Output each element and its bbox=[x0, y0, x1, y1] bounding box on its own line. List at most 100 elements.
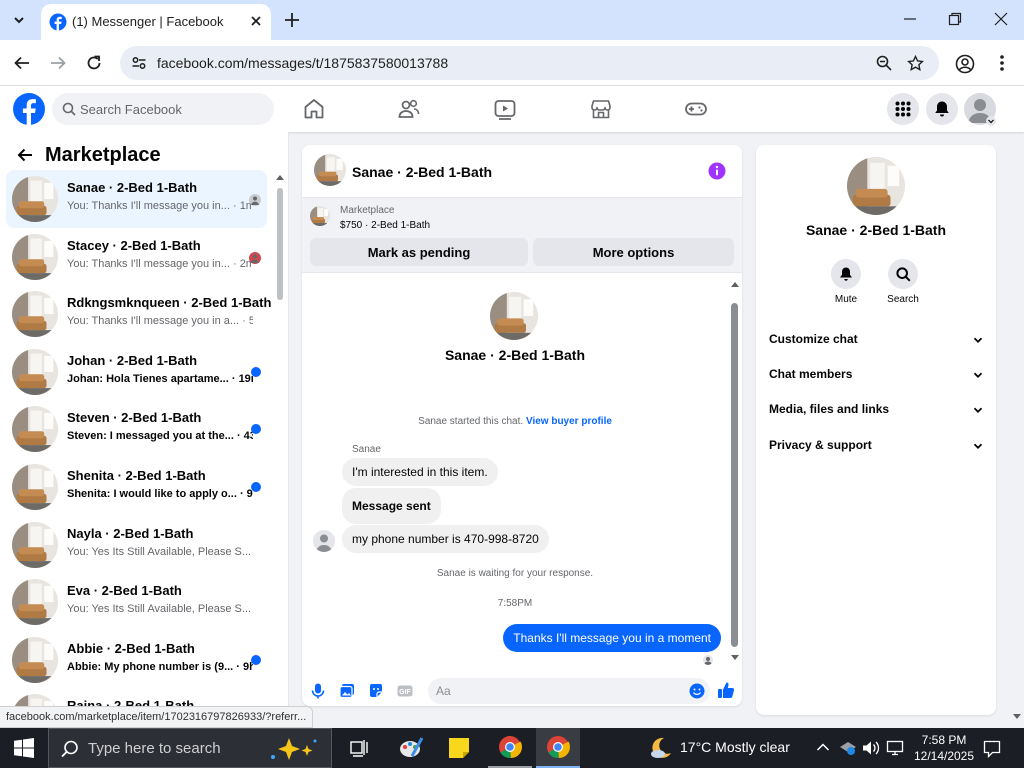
message-bubble[interactable]: I'm interested in this item. bbox=[342, 458, 498, 486]
reload-icon[interactable] bbox=[85, 54, 103, 72]
weather-text[interactable]: 17°C Mostly clear bbox=[680, 739, 790, 755]
conversation-item[interactable]: Johan · 2-Bed 1-Bath Johan: Hola Tienes a… bbox=[6, 343, 267, 401]
conversation-item[interactable]: Shenita · 2-Bed 1-Bath Shenita: I would l… bbox=[6, 458, 267, 516]
gif-icon[interactable]: GIF bbox=[397, 683, 413, 699]
friends-icon[interactable] bbox=[397, 97, 421, 121]
video-icon[interactable] bbox=[493, 97, 517, 121]
listing-thumbnail[interactable] bbox=[310, 206, 330, 226]
home-icon[interactable] bbox=[302, 97, 326, 121]
conversation-item[interactable]: Nayla · 2-Bed 1-Bath You: Yes Its Still A… bbox=[6, 516, 267, 574]
info-icon[interactable] bbox=[708, 162, 726, 180]
url-text[interactable]: facebook.com/messages/t/1875837580013788 bbox=[157, 55, 448, 71]
message-input[interactable] bbox=[436, 678, 676, 704]
windows-start-icon[interactable] bbox=[14, 738, 34, 758]
my-message-bubble[interactable]: Thanks I'll message you in a moment bbox=[503, 624, 721, 652]
clock[interactable]: 7:58 PM 12/14/2025 bbox=[908, 732, 980, 764]
new-tab-icon[interactable] bbox=[282, 10, 302, 30]
weather-moon-icon[interactable] bbox=[649, 736, 673, 760]
facebook-search[interactable] bbox=[52, 93, 274, 125]
sticker-icon[interactable] bbox=[368, 683, 384, 699]
scroll-up-icon[interactable] bbox=[731, 281, 739, 287]
network-icon[interactable] bbox=[839, 740, 857, 756]
listing-photo-icon bbox=[12, 176, 58, 222]
menu-grid-button[interactable] bbox=[887, 93, 919, 125]
conversation-name: Johan · 2-Bed 1-Bath bbox=[67, 352, 198, 368]
site-info-icon[interactable] bbox=[131, 55, 147, 71]
minimize-icon[interactable] bbox=[903, 12, 917, 26]
emoji-icon[interactable] bbox=[689, 683, 705, 699]
read-receipt-avatar bbox=[703, 655, 713, 665]
volume-icon[interactable] bbox=[862, 740, 880, 756]
notifications-button[interactable] bbox=[926, 93, 958, 125]
conversation-item[interactable]: Raina · 2-Bed 1-Bath bbox=[6, 688, 267, 706]
forward-arrow-icon[interactable] bbox=[49, 54, 67, 72]
privacy-support-section[interactable]: Privacy & support bbox=[769, 438, 983, 458]
chrome-icon bbox=[499, 736, 522, 759]
marketplace-icon[interactable] bbox=[589, 97, 613, 121]
taskbar-app-sticky-notes[interactable] bbox=[437, 728, 481, 768]
back-arrow-icon[interactable] bbox=[13, 54, 31, 72]
scroll-down-icon[interactable] bbox=[731, 655, 739, 661]
taskbar-app-chrome-active[interactable] bbox=[536, 728, 580, 768]
page-scrollbar[interactable] bbox=[1010, 132, 1024, 724]
mark-as-pending-button[interactable]: Mark as pending bbox=[310, 238, 528, 266]
message-composer[interactable] bbox=[428, 678, 710, 704]
unread-dot bbox=[251, 424, 261, 435]
mute-button[interactable]: Mute bbox=[816, 259, 876, 305]
listing-photo-icon bbox=[490, 292, 538, 340]
chat-header-avatar[interactable] bbox=[314, 154, 346, 186]
task-view-button[interactable] bbox=[338, 728, 382, 768]
browser-menu-icon[interactable] bbox=[995, 54, 1009, 72]
contact-avatar[interactable] bbox=[847, 157, 905, 215]
microphone-icon[interactable] bbox=[311, 683, 325, 699]
thread-avatar[interactable] bbox=[490, 292, 538, 340]
conversation-item[interactable]: Stacey · 2-Bed 1-Bath You: Thanks I'll me… bbox=[6, 228, 267, 286]
listing-photo-icon bbox=[12, 348, 58, 395]
tab-search-button[interactable] bbox=[6, 8, 32, 32]
more-options-button[interactable]: More options bbox=[533, 238, 734, 266]
media-files-links-section[interactable]: Media, files and links bbox=[769, 402, 983, 422]
chat-header-name[interactable]: Sanae · 2-Bed 1-Bath bbox=[352, 164, 492, 180]
bookmark-star-icon[interactable] bbox=[907, 55, 924, 72]
taskbar-app-chrome[interactable] bbox=[488, 728, 532, 768]
conversation-item[interactable]: Abbie · 2-Bed 1-Bath Abbie: My phone numb… bbox=[6, 631, 267, 689]
window-close-icon[interactable] bbox=[994, 12, 1008, 26]
thread-scrollbar[interactable] bbox=[728, 279, 742, 663]
browser-profile-icon[interactable] bbox=[955, 54, 975, 74]
restore-icon[interactable] bbox=[948, 12, 962, 26]
message-bubble[interactable]: Message sent bbox=[342, 488, 441, 524]
zoom-icon[interactable] bbox=[876, 55, 892, 71]
listing-price[interactable]: $750 · 2-Bed 1-Bath bbox=[340, 220, 430, 231]
thread-scroll-thumb[interactable] bbox=[731, 303, 738, 647]
chevron-up-icon[interactable] bbox=[816, 740, 830, 754]
taskbar-app-paint[interactable] bbox=[389, 728, 433, 768]
account-chevron-icon[interactable] bbox=[986, 116, 996, 126]
conversation-scroll-thumb[interactable] bbox=[277, 188, 283, 300]
scroll-up-icon[interactable] bbox=[276, 174, 284, 180]
facebook-favicon-icon bbox=[49, 13, 67, 31]
conversation-scrollbar[interactable] bbox=[274, 172, 286, 706]
display-icon[interactable] bbox=[886, 740, 904, 756]
search-conversation-button[interactable]: Search bbox=[873, 259, 933, 305]
close-icon[interactable] bbox=[249, 14, 263, 28]
conversation-item[interactable]: Rdkngsmknqueen · 2-Bed 1-Bath You: Thanks… bbox=[6, 285, 271, 343]
address-bar[interactable]: facebook.com/messages/t/1875837580013788 bbox=[120, 46, 939, 80]
message-bubble[interactable]: my phone number is 470-998-8720 bbox=[342, 525, 549, 553]
like-thumb-icon[interactable] bbox=[717, 681, 735, 699]
photo-icon[interactable] bbox=[339, 683, 355, 699]
search-input[interactable] bbox=[80, 93, 270, 125]
scroll-down-icon[interactable] bbox=[1013, 714, 1021, 720]
conversation-item[interactable]: Sanae · 2-Bed 1-Bath You: Thanks I'll mes… bbox=[6, 170, 267, 228]
customize-chat-section[interactable]: Customize chat bbox=[769, 332, 983, 352]
sender-avatar[interactable] bbox=[313, 530, 335, 552]
taskbar-search[interactable]: Type here to search bbox=[48, 728, 332, 768]
facebook-logo-icon[interactable] bbox=[13, 93, 45, 125]
view-buyer-profile-link[interactable]: View buyer profile bbox=[526, 416, 612, 427]
back-arrow-icon[interactable] bbox=[16, 146, 34, 164]
conversation-item[interactable]: Eva · 2-Bed 1-Bath You: Yes Its Still Ava… bbox=[6, 573, 267, 631]
browser-tab[interactable]: (1) Messenger | Facebook bbox=[41, 4, 271, 40]
notification-center-icon[interactable] bbox=[983, 740, 1001, 758]
conversation-item[interactable]: Steven · 2-Bed 1-Bath Steven: I messaged … bbox=[6, 400, 267, 458]
gaming-icon[interactable] bbox=[684, 97, 708, 121]
chat-members-section[interactable]: Chat members bbox=[769, 367, 983, 387]
